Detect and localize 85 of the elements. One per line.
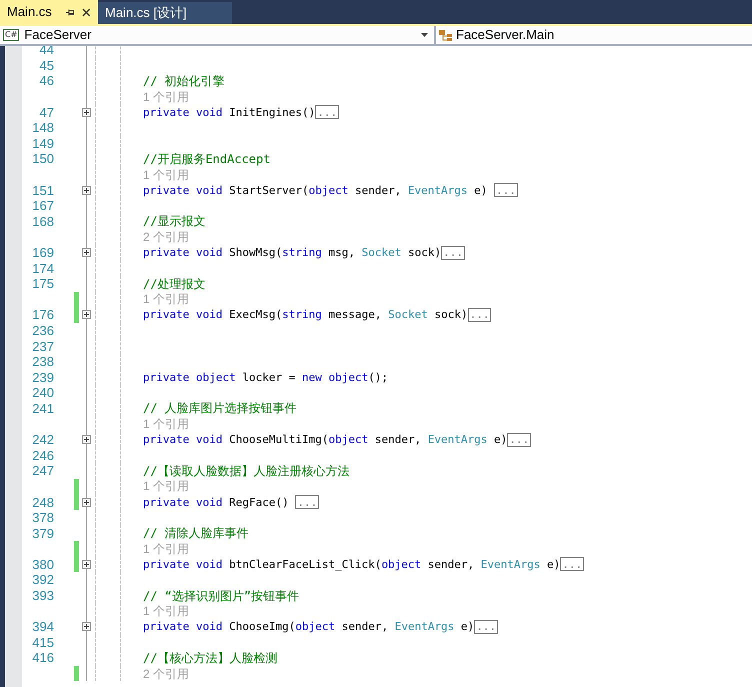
line-number: 174 — [31, 262, 54, 275]
line-number: 393 — [31, 589, 54, 602]
line-number: 47 — [38, 106, 54, 119]
project-name: FaceServer — [24, 26, 92, 44]
line-number: 236 — [31, 324, 54, 337]
line-number: 149 — [31, 136, 54, 150]
line-number: 247 — [31, 464, 54, 478]
code-line: private void InitEngines() — [143, 106, 316, 118]
line-number: 151 — [31, 184, 54, 197]
line-number: 148 — [31, 121, 54, 134]
code-comment: //【读取人脸数据】人脸注册核心方法 — [143, 464, 350, 477]
expand-icon[interactable] — [82, 560, 91, 569]
collapsed-code-marker[interactable]: ... — [507, 432, 532, 447]
project-dropdown[interactable]: C# FaceServer — [0, 26, 436, 44]
collapsed-code-marker[interactable]: ... — [295, 495, 320, 510]
code-line: private void RegFace() — [143, 496, 290, 508]
pin-icon[interactable] — [66, 8, 74, 16]
line-number: 242 — [31, 433, 54, 446]
line-number: 246 — [31, 448, 54, 462]
line-number: 175 — [31, 277, 54, 290]
line-number: 46 — [38, 74, 54, 88]
code-comment: //显示报文 — [143, 215, 206, 228]
line-number: 415 — [31, 636, 54, 649]
code-comment: // 初始化引擎 — [143, 74, 225, 87]
code-line: private void ChooseMultiImg(object sender, EventArgs e) — [143, 434, 508, 446]
reference-count-link[interactable]: 1 个引用 — [143, 418, 190, 430]
collapsed-code-marker[interactable]: ... — [468, 308, 492, 322]
document-tab[interactable]: Main.cs — [0, 0, 98, 24]
line-number: 167 — [31, 199, 54, 212]
collapsed-code-marker[interactable]: ... — [315, 105, 340, 120]
code-comment: //开启服务EndAccept — [143, 152, 270, 165]
line-number: 416 — [31, 651, 54, 664]
line-number: 379 — [31, 526, 54, 540]
expand-icon[interactable] — [82, 498, 91, 507]
line-number: 241 — [31, 402, 54, 415]
line-number: 45 — [38, 58, 54, 72]
language-badge: C# — [3, 29, 20, 41]
code-line: private void ChooseImg(object sender, EventArgs e) — [143, 621, 474, 632]
close-icon[interactable] — [82, 8, 91, 16]
line-number: 380 — [31, 558, 54, 571]
reference-count-link[interactable]: 1 个引用 — [143, 90, 190, 103]
expand-icon[interactable] — [82, 248, 91, 258]
code-line: private void StartServer(object sender, EventArgs e) — [143, 184, 488, 196]
line-number: 176 — [31, 308, 54, 322]
collapsed-code-marker[interactable]: ... — [441, 246, 465, 260]
expand-icon[interactable] — [82, 108, 91, 117]
line-number: 240 — [31, 386, 54, 400]
reference-count-link[interactable]: 2 个引用 — [143, 230, 190, 243]
code-line: private object locker = new object(); — [143, 372, 388, 383]
expand-icon[interactable] — [82, 186, 91, 195]
line-number: 168 — [31, 214, 54, 228]
member-dropdown[interactable]: FaceServer.Main — [436, 26, 752, 44]
reference-count-link[interactable]: 1 个引用 — [143, 168, 190, 181]
expand-icon[interactable] — [82, 435, 91, 444]
reference-count-link[interactable]: 1 个引用 — [143, 480, 190, 492]
code-comment: // 清除人脸库事件 — [143, 527, 249, 540]
reference-count-link[interactable]: 1 个引用 — [143, 605, 190, 618]
code-comment: // 人脸库图片选择按钮事件 — [143, 402, 297, 414]
reference-count-link[interactable]: 1 个引用 — [143, 293, 190, 306]
code-line: private void ExecMsg(string message, Socket sock) — [143, 309, 468, 320]
class-icon — [439, 28, 453, 42]
line-number: 238 — [31, 355, 54, 368]
document-tab[interactable]: Main.cs [设计] — [98, 2, 232, 24]
expand-icon[interactable] — [82, 310, 91, 320]
line-number: 248 — [31, 496, 54, 509]
code-line: private void ShowMsg(string msg, Socket sock) — [143, 247, 442, 258]
collapsed-code-marker[interactable]: ... — [474, 620, 498, 634]
reference-count-link[interactable]: 1 个引用 — [143, 542, 190, 555]
expand-icon[interactable] — [82, 622, 91, 632]
collapsed-code-marker[interactable]: ... — [560, 557, 584, 572]
line-number: 237 — [31, 340, 54, 353]
reference-count-link[interactable]: 2 个引用 — [143, 668, 190, 680]
line-number: 394 — [31, 620, 54, 634]
code-comment: // “选择识别图片”按钮事件 — [143, 590, 300, 602]
line-number: 169 — [31, 246, 54, 260]
collapsed-code-marker[interactable]: ... — [494, 183, 518, 198]
code-line: private void btnClearFaceList_Click(object sender, EventArgs e) — [143, 558, 560, 570]
line-number: 378 — [31, 511, 54, 524]
line-number: 392 — [31, 573, 54, 586]
dropdown-arrow-icon — [421, 33, 428, 37]
code-comment: //【核心方法】人脸检测 — [143, 652, 278, 664]
member-name: FaceServer.Main — [456, 26, 554, 44]
line-number: 150 — [31, 152, 54, 166]
line-number: 239 — [31, 370, 54, 384]
code-comment: //处理报文 — [143, 278, 206, 290]
